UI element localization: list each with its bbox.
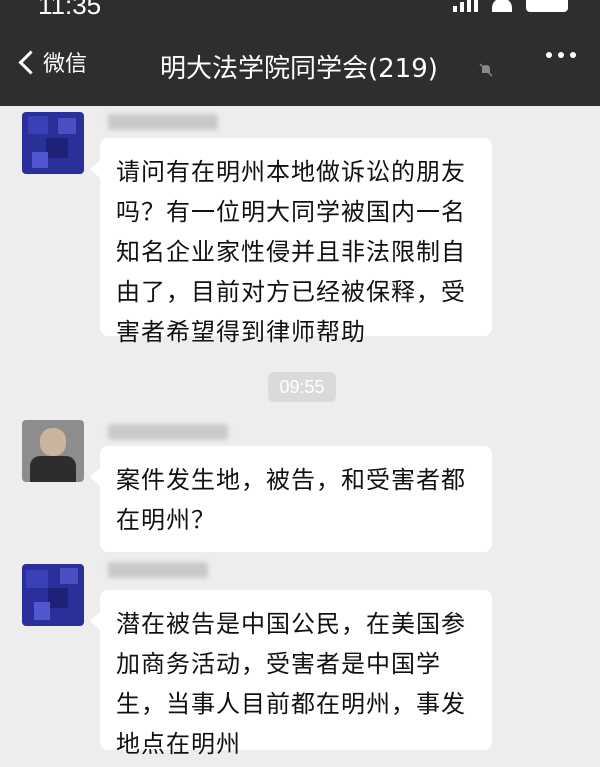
back-label: 微信 [43,52,88,77]
blurred-blue-avatar[interactable] [22,112,84,174]
sender-name-blurred [108,424,228,440]
chat-header: 微信 明大法学院同学会(219) [0,22,600,106]
more-dots-icon [546,52,552,58]
sender-name-blurred [108,114,218,130]
status-bar: 11:35 [0,0,600,22]
wifi-icon [492,0,512,12]
message-line: 案件发生地，被告，和受害者都 [116,466,466,494]
status-time: 11:35 [38,0,102,20]
message-line: 由了，目前对方已经被保释，受 [116,278,466,306]
mute-bell-icon [479,63,493,77]
message-line: 在明州？ [116,506,216,534]
more-options-button[interactable] [546,52,576,58]
message-bubble[interactable]: 案件发生地，被告，和受害者都 在明州？ [90,446,492,552]
message-bubble[interactable]: 请问有在明州本地做诉讼的朋友 吗？有一位明大同学被国内一名 知名企业家性侵并且非… [90,138,492,346]
chevron-left-icon [18,49,43,75]
message-line: 潜在被告是中国公民，在美国参 [116,610,466,638]
message-line: 吗？有一位明大同学被国内一名 [116,198,466,226]
blurred-blue-avatar[interactable] [22,564,84,626]
message-line: 害者希望得到律师帮助 [116,318,366,346]
status-icons [453,0,568,12]
message-line: 知名企业家性侵并且非法限制自 [116,238,466,266]
message-line: 加商务活动，受害者是中国学 [116,650,441,678]
sender-name-blurred [108,562,208,578]
message-line: 地点在明州 [116,730,241,758]
message-line: 请问有在明州本地做诉讼的朋友 [116,158,466,186]
back-button[interactable]: 微信 [14,46,87,78]
chat-title: 明大法学院同学会(219) [160,54,438,84]
blurred-photo-avatar[interactable] [22,420,84,482]
message-bubble[interactable]: 潜在被告是中国公民，在美国参 加商务活动，受害者是中国学 生，当事人目前都在明州… [90,590,492,758]
battery-icon [526,0,568,12]
signal-icon [453,0,478,12]
message-timestamp: 09:55 [268,372,336,402]
message-line: 生，当事人目前都在明州，事发 [116,690,466,718]
chat-message-list[interactable]: 请问有在明州本地做诉讼的朋友 吗？有一位明大同学被国内一名 知名企业家性侵并且非… [0,106,600,767]
